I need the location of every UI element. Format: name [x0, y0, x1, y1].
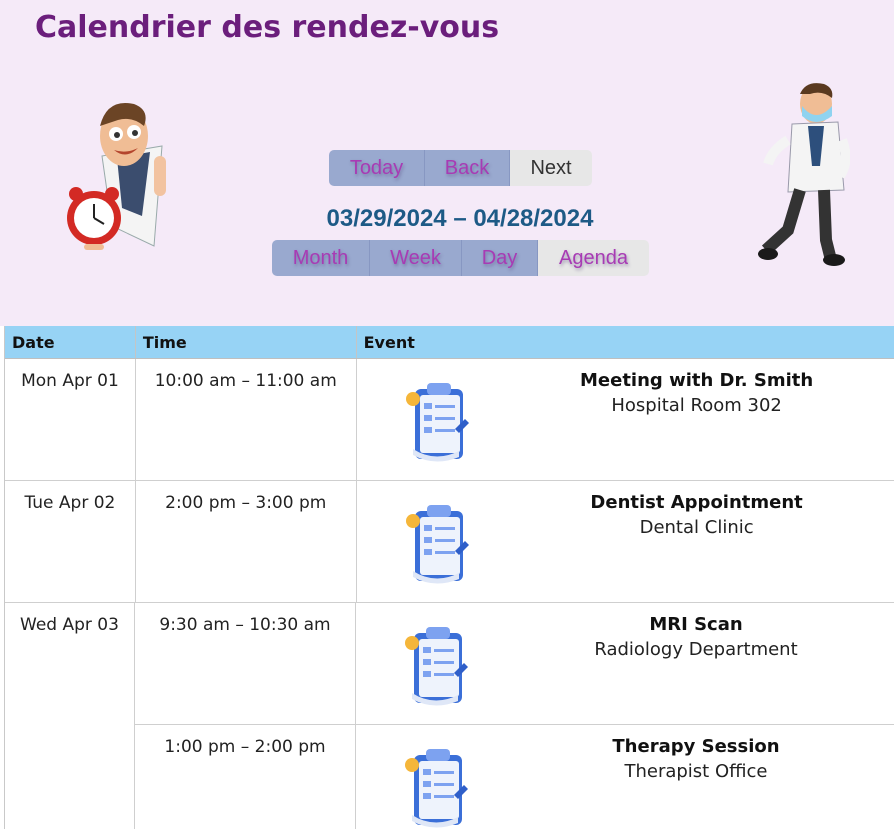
- agenda-table: Date Time Event Mon Apr 01 10:00 am – 11…: [4, 326, 894, 829]
- event-location: Dental Clinic: [639, 517, 754, 538]
- table-row[interactable]: 9:30 am – 10:30 am MRI Scan Radiology De…: [135, 603, 894, 725]
- clipboard-checklist-icon: [405, 383, 469, 462]
- column-header-time: Time: [136, 326, 357, 358]
- navigation-button-group: Today Back Next: [329, 150, 592, 186]
- event-date: Wed Apr 03: [5, 603, 135, 829]
- agenda-header-row: Date Time Event: [5, 326, 894, 359]
- day-group: Wed Apr 03 9:30 am – 10:30 am MRI Scan R…: [5, 603, 894, 829]
- event-time: 2:00 pm – 3:00 pm: [136, 481, 357, 602]
- event-cell[interactable]: Dentist Appointment Dental Clinic: [357, 481, 894, 602]
- event-date: Mon Apr 01: [5, 359, 136, 480]
- event-location: Therapist Office: [624, 761, 768, 782]
- view-agenda-button[interactable]: Agenda: [538, 240, 649, 276]
- view-month-button[interactable]: Month: [272, 240, 370, 276]
- view-week-button[interactable]: Week: [370, 240, 462, 276]
- event-date: Tue Apr 02: [5, 481, 136, 602]
- event-cell[interactable]: MRI Scan Radiology Department: [356, 603, 894, 724]
- doctor-with-alarm-clock-icon: [67, 102, 166, 250]
- table-row[interactable]: 1:00 pm – 2:00 pm Therapy Session Therap…: [135, 725, 894, 829]
- calendar-header: Calendrier des rendez-vous Today Back Ne…: [0, 0, 894, 326]
- clipboard-checklist-icon: [405, 627, 468, 706]
- table-row[interactable]: Tue Apr 02 2:00 pm – 3:00 pm Dentist App…: [5, 481, 894, 603]
- view-day-button[interactable]: Day: [462, 240, 538, 276]
- event-location: Hospital Room 302: [611, 395, 782, 416]
- event-time: 9:30 am – 10:30 am: [135, 603, 356, 724]
- event-cell[interactable]: Therapy Session Therapist Office: [356, 725, 894, 829]
- event-cell[interactable]: Meeting with Dr. Smith Hospital Room 302: [357, 359, 894, 480]
- event-time: 10:00 am – 11:00 am: [136, 359, 357, 480]
- view-button-group: Month Week Day Agenda: [272, 240, 649, 276]
- event-title: Dentist Appointment: [590, 492, 803, 513]
- event-location: Radiology Department: [594, 639, 798, 660]
- date-range-label: 03/29/2024 – 04/28/2024: [326, 205, 594, 232]
- table-row[interactable]: Mon Apr 01 10:00 am – 11:00 am Meeting w…: [5, 359, 894, 481]
- clipboard-checklist-icon: [405, 749, 468, 828]
- clipboard-checklist-icon: [405, 505, 469, 584]
- column-header-event: Event: [363, 333, 415, 352]
- today-button[interactable]: Today: [329, 150, 425, 186]
- event-title: Meeting with Dr. Smith: [580, 370, 814, 391]
- event-title: Therapy Session: [612, 736, 780, 757]
- back-button[interactable]: Back: [425, 150, 510, 186]
- event-title: MRI Scan: [649, 614, 743, 635]
- event-time: 1:00 pm – 2:00 pm: [135, 725, 356, 829]
- column-header-date: Date: [5, 326, 136, 358]
- running-doctor-icon: [758, 83, 850, 266]
- next-button[interactable]: Next: [510, 150, 592, 186]
- page-title: Calendrier des rendez-vous: [35, 10, 500, 45]
